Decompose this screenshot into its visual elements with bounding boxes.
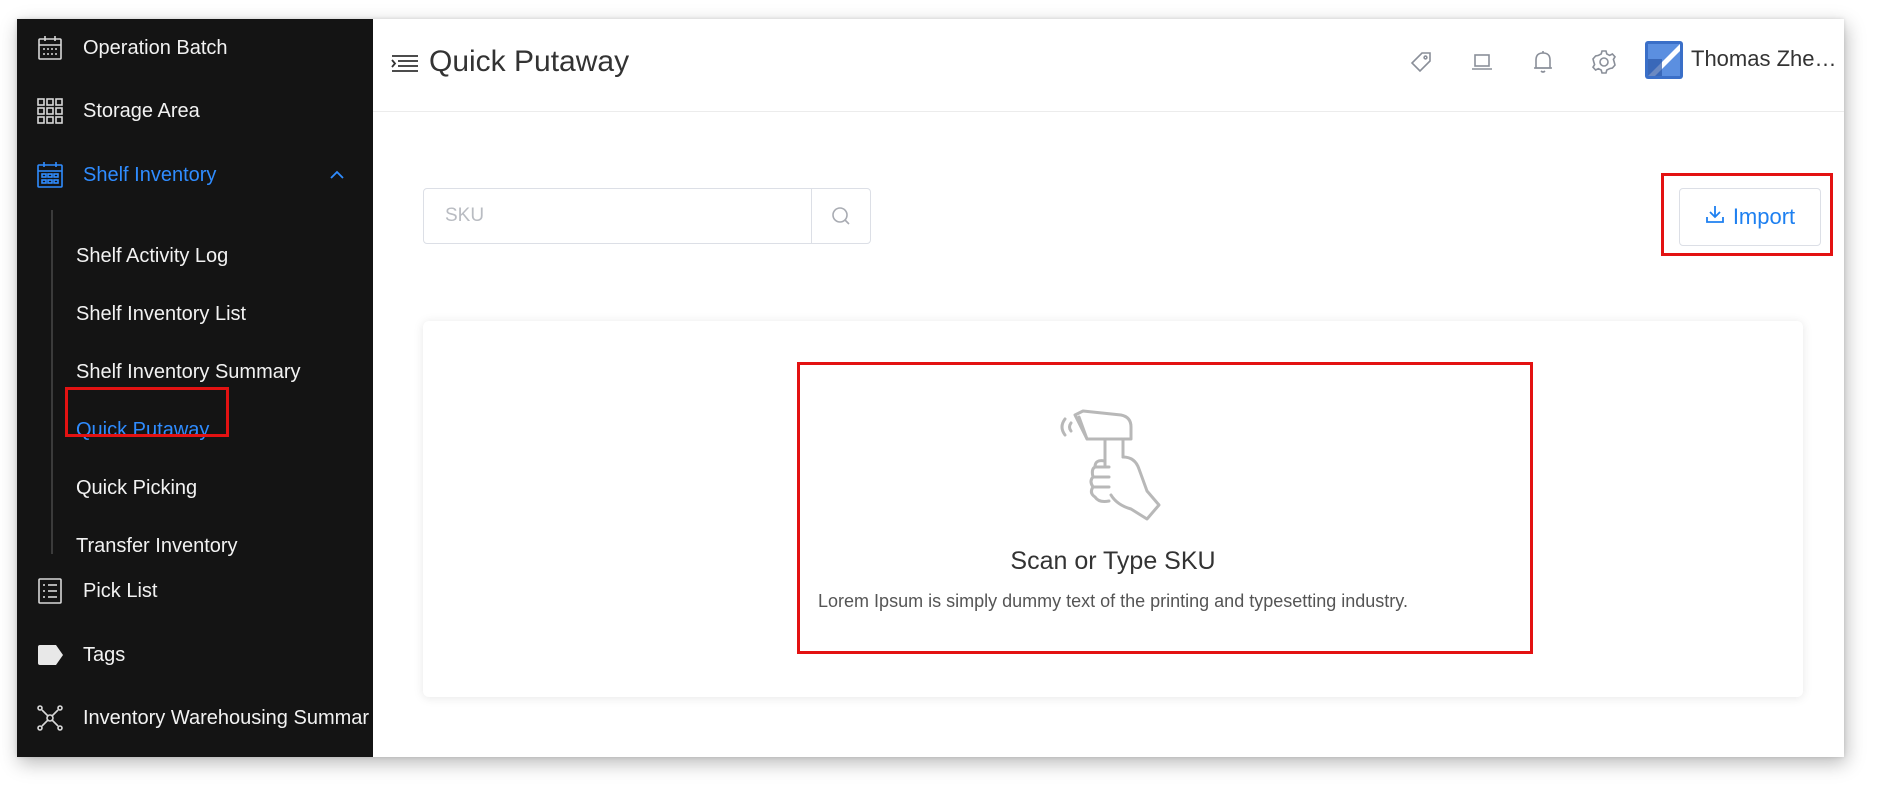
list-icon bbox=[35, 576, 65, 606]
sku-search-input[interactable] bbox=[425, 190, 810, 242]
chevron-up-icon[interactable] bbox=[327, 165, 347, 185]
sidebar: Operation Batch Storage Area Shelf Inven… bbox=[17, 19, 373, 757]
menu-toggle-icon[interactable] bbox=[390, 49, 420, 79]
sidebar-item-label: Tags bbox=[83, 643, 126, 666]
app-window: Operation Batch Storage Area Shelf Inven… bbox=[17, 19, 1844, 757]
sidebar-subitem-quick-picking[interactable]: Quick Picking bbox=[76, 470, 197, 506]
top-header: Quick Putaway Thomas Zhenh bbox=[373, 19, 1844, 112]
avatar[interactable] bbox=[1645, 41, 1683, 79]
sidebar-subitem-shelf-inventory-list[interactable]: Shelf Inventory List bbox=[76, 296, 246, 332]
sidebar-item-pick-list[interactable]: Pick List bbox=[17, 571, 373, 611]
calendar-icon bbox=[35, 33, 65, 63]
search-icon bbox=[832, 207, 850, 225]
sidebar-subitem-transfer-inventory[interactable]: Transfer Inventory bbox=[76, 528, 238, 564]
search-button[interactable] bbox=[811, 189, 870, 243]
download-icon bbox=[1705, 204, 1725, 230]
sidebar-subitem-shelf-activity-log[interactable]: Shelf Activity Log bbox=[76, 238, 228, 274]
sidebar-item-label: Storage Area bbox=[83, 99, 200, 122]
page-title: Quick Putaway bbox=[429, 45, 630, 78]
page-content: Import bbox=[373, 112, 1844, 757]
calendar-grid-icon bbox=[35, 160, 65, 190]
sidebar-item-operation-batch[interactable]: Operation Batch bbox=[17, 28, 373, 68]
network-icon bbox=[35, 703, 65, 733]
bell-icon[interactable] bbox=[1528, 47, 1558, 77]
search-box bbox=[423, 188, 871, 244]
sidebar-item-label: Inventory Warehousing Summar bbox=[83, 706, 370, 729]
empty-state-card: Scan or Type SKU Lorem Ipsum is simply d… bbox=[423, 321, 1803, 697]
sidebar-item-label: Operation Batch bbox=[83, 36, 228, 59]
barcode-scanner-icon bbox=[1055, 405, 1175, 523]
submenu-guide-line bbox=[51, 210, 53, 554]
sidebar-item-label: Pick List bbox=[83, 579, 158, 602]
tag-icon bbox=[35, 640, 65, 670]
sidebar-item-shelf-inventory[interactable]: Shelf Inventory bbox=[17, 155, 373, 195]
main-area: Quick Putaway Thomas Zhenh SKU Import Sc… bbox=[373, 19, 1844, 757]
user-name[interactable]: Thomas Zhenhu... bbox=[1691, 46, 1844, 72]
settings-icon[interactable] bbox=[1589, 47, 1619, 77]
grid-icon bbox=[35, 96, 65, 126]
sidebar-item-tags[interactable]: Tags bbox=[17, 635, 373, 675]
highlight-box-nav bbox=[65, 387, 229, 437]
empty-state-description: Lorem Ipsum is simply dummy text of the … bbox=[818, 591, 1408, 611]
import-button[interactable]: Import bbox=[1679, 188, 1821, 246]
sidebar-subitem-shelf-inventory-summary[interactable]: Shelf Inventory Summary bbox=[76, 354, 301, 390]
empty-state-title: Scan or Type SKU bbox=[1010, 547, 1216, 575]
sidebar-item-label: Shelf Inventory bbox=[83, 163, 217, 186]
sidebar-item-inventory-warehousing-summary[interactable]: Inventory Warehousing Summar bbox=[17, 698, 373, 738]
sidebar-item-storage-area[interactable]: Storage Area bbox=[17, 91, 373, 131]
laptop-icon[interactable] bbox=[1467, 47, 1497, 77]
tag-icon[interactable] bbox=[1406, 47, 1436, 77]
import-label: Import bbox=[1732, 204, 1796, 229]
